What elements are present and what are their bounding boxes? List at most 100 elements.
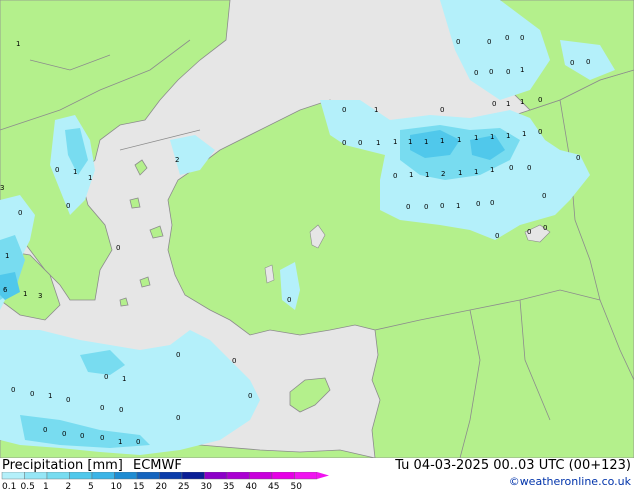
- legend-swatch: [91, 472, 115, 480]
- svg-text:1: 1: [490, 133, 494, 141]
- svg-text:0: 0: [492, 100, 496, 108]
- credit-link[interactable]: ©weatheronline.co.uk: [509, 475, 631, 488]
- legend-swatch: [24, 472, 48, 480]
- svg-text:0: 0: [527, 228, 531, 236]
- legend-swatch: [204, 472, 228, 480]
- legend-swatch: [181, 472, 205, 480]
- legend-swatch: [159, 472, 183, 480]
- svg-text:1: 1: [409, 171, 413, 179]
- land-island-2: [129, 197, 141, 209]
- svg-text:0: 0: [456, 38, 460, 46]
- svg-text:1: 1: [73, 168, 77, 176]
- legend-tick-label: 25: [178, 482, 189, 490]
- svg-text:0: 0: [66, 202, 70, 210]
- legend-swatch: [226, 472, 250, 480]
- svg-text:0: 0: [487, 38, 491, 46]
- legend-swatch: [114, 472, 138, 480]
- svg-text:0: 0: [342, 106, 346, 114]
- svg-text:1: 1: [506, 100, 510, 108]
- legend-tick-label: 0.1: [2, 482, 16, 490]
- svg-text:0: 0: [570, 59, 574, 67]
- svg-text:0: 0: [176, 351, 180, 359]
- svg-text:1: 1: [408, 138, 412, 146]
- svg-text:0: 0: [358, 139, 362, 147]
- svg-text:0: 0: [18, 209, 22, 217]
- svg-text:0: 0: [136, 438, 140, 446]
- svg-text:6: 6: [3, 286, 8, 294]
- svg-text:0: 0: [440, 202, 444, 210]
- svg-text:1: 1: [440, 137, 444, 145]
- legend-tick-label: 30: [201, 482, 213, 490]
- svg-text:0: 0: [176, 414, 180, 422]
- svg-text:0: 0: [509, 164, 513, 172]
- legend-tick-label: 50: [291, 482, 303, 490]
- svg-text:0: 0: [506, 68, 510, 76]
- svg-text:1: 1: [5, 252, 9, 260]
- svg-text:0: 0: [55, 166, 59, 174]
- svg-text:1: 1: [490, 166, 494, 174]
- svg-text:0: 0: [489, 68, 493, 76]
- legend-tick-label: 20: [156, 482, 168, 490]
- svg-text:1: 1: [458, 169, 462, 177]
- legend-arrow: [317, 472, 329, 479]
- legend-tick-label: 35: [223, 482, 234, 490]
- precipitation-legend: 0.1 0.5 1 2 5 10 15 20 25 30 35 40 45 50: [1, 472, 329, 490]
- svg-text:1: 1: [118, 438, 122, 446]
- svg-text:1: 1: [16, 40, 20, 48]
- svg-text:0: 0: [66, 396, 70, 404]
- svg-text:0: 0: [538, 128, 542, 136]
- svg-text:0: 0: [116, 244, 120, 252]
- svg-text:2: 2: [441, 170, 445, 178]
- legend-tick-label: 45: [268, 482, 279, 490]
- svg-text:0: 0: [100, 404, 104, 412]
- svg-text:0: 0: [287, 296, 291, 304]
- legend-swatch: [69, 472, 93, 480]
- svg-text:0: 0: [80, 432, 84, 440]
- svg-text:0: 0: [576, 154, 580, 162]
- svg-text:0: 0: [505, 34, 509, 42]
- model-name: ECMWF: [133, 458, 182, 473]
- svg-text:0: 0: [104, 373, 108, 381]
- legend-tick-label: 0.5: [21, 482, 35, 490]
- svg-text:0: 0: [119, 406, 123, 414]
- svg-text:0: 0: [586, 58, 590, 66]
- svg-text:2: 2: [175, 156, 179, 164]
- svg-text:1: 1: [456, 202, 460, 210]
- svg-text:1: 1: [522, 130, 526, 138]
- svg-text:1: 1: [520, 98, 524, 106]
- svg-text:1: 1: [424, 138, 428, 146]
- legend-tick-label: 1: [43, 482, 49, 490]
- svg-text:0: 0: [11, 386, 15, 394]
- svg-text:1: 1: [474, 134, 478, 142]
- legend-tick-label: 5: [88, 482, 94, 490]
- svg-text:0: 0: [520, 34, 524, 42]
- svg-text:1: 1: [425, 171, 429, 179]
- svg-text:0: 0: [43, 426, 47, 434]
- svg-text:1: 1: [23, 290, 27, 298]
- lake-egirdir: [264, 264, 275, 284]
- svg-text:0: 0: [527, 164, 531, 172]
- svg-text:0: 0: [30, 390, 34, 398]
- legend-swatch: [46, 472, 70, 480]
- svg-text:0: 0: [495, 232, 499, 240]
- legend-tick-label: 15: [133, 482, 144, 490]
- svg-text:1: 1: [48, 392, 52, 400]
- svg-text:0: 0: [393, 172, 397, 180]
- legend-swatch: [271, 472, 295, 480]
- svg-text:0: 0: [232, 357, 236, 365]
- legend-tick-label: 10: [111, 482, 123, 490]
- svg-text:0: 0: [476, 200, 480, 208]
- svg-text:1: 1: [457, 136, 461, 144]
- precipitation-map: 0 0 0 0 0 0 0 1 0 0 0 1 1 0 0 1 0 0 0 1 1 1 1 1 1 1 1 1 1 0 0 1…: [0, 0, 634, 458]
- legend-tick-label: 40: [246, 482, 258, 490]
- svg-text:0: 0: [474, 69, 478, 77]
- map-title: Precipitation [mm]: [2, 458, 123, 473]
- svg-text:0: 0: [424, 203, 428, 211]
- svg-text:3: 3: [0, 184, 4, 192]
- legend-swatch: [136, 472, 160, 480]
- svg-text:1: 1: [376, 139, 380, 147]
- svg-text:0: 0: [538, 96, 542, 104]
- svg-text:0: 0: [248, 392, 252, 400]
- svg-text:1: 1: [506, 132, 510, 140]
- forecast-datetime: Tu 04-03-2025 00..03 UTC (00+123): [395, 458, 631, 473]
